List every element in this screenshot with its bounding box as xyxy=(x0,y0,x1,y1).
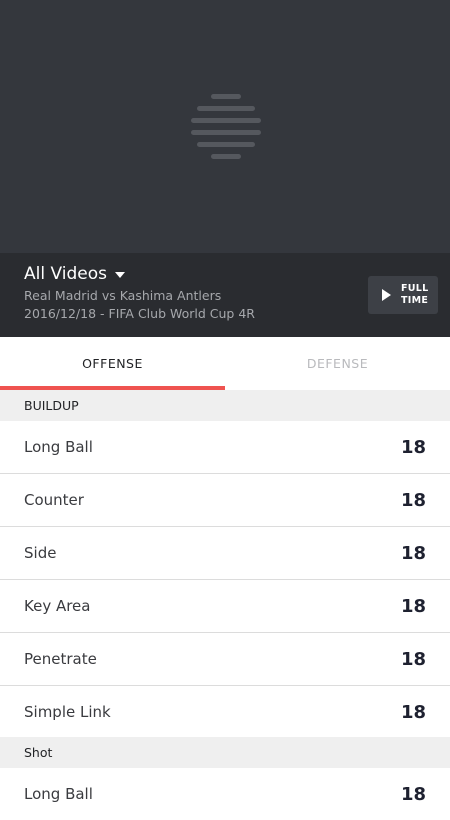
stat-row-counter[interactable]: Counter 18 xyxy=(0,474,450,527)
stat-value: 18 xyxy=(400,542,426,564)
full-time-label: FULL TIME xyxy=(401,283,429,306)
stat-row-simple-link[interactable]: Simple Link 18 xyxy=(0,686,450,739)
tab-defense[interactable]: DEFENSE xyxy=(225,337,450,390)
stat-value: 18 xyxy=(400,648,426,670)
stat-label: Simple Link xyxy=(24,703,111,721)
stat-value: 18 xyxy=(400,783,426,805)
stat-row-side[interactable]: Side 18 xyxy=(0,527,450,580)
match-details: 2016/12/18 - FIFA Club World Cup 4R xyxy=(24,306,255,321)
caret-down-icon xyxy=(114,271,125,278)
stat-value: 18 xyxy=(400,701,426,723)
match-title: Real Madrid vs Kashima Antlers xyxy=(24,288,222,303)
stat-label: Counter xyxy=(24,491,84,509)
section-title: BUILDUP xyxy=(24,398,79,413)
tab-defense-label: DEFENSE xyxy=(306,356,369,371)
stat-value: 18 xyxy=(400,595,426,617)
loading-icon xyxy=(191,94,263,162)
stat-row-key-area[interactable]: Key Area 18 xyxy=(0,580,450,633)
all-videos-label: All Videos xyxy=(24,264,107,284)
stat-label: Long Ball xyxy=(24,785,93,803)
section-header-buildup: BUILDUP xyxy=(0,390,450,421)
stat-row-long-ball[interactable]: Long Ball 18 xyxy=(0,421,450,474)
section-title: Shot xyxy=(24,745,53,760)
tab-bar: OFFENSE DEFENSE xyxy=(0,337,450,390)
stat-label: Side xyxy=(24,544,57,562)
section-header-shot: Shot xyxy=(0,737,450,768)
video-player[interactable] xyxy=(0,0,450,253)
stat-row-penetrate[interactable]: Penetrate 18 xyxy=(0,633,450,686)
play-icon xyxy=(382,289,391,301)
all-videos-dropdown[interactable]: All Videos xyxy=(24,264,125,284)
tab-offense-label: OFFENSE xyxy=(82,356,143,371)
stat-row-shot-long-ball[interactable]: Long Ball 18 xyxy=(0,768,450,805)
full-time-button[interactable]: FULL TIME xyxy=(368,276,438,314)
stat-label: Penetrate xyxy=(24,650,97,668)
tab-offense[interactable]: OFFENSE xyxy=(0,337,225,390)
stat-value: 18 xyxy=(400,489,426,511)
stat-label: Long Ball xyxy=(24,438,93,456)
stat-value: 18 xyxy=(400,436,426,458)
stat-label: Key Area xyxy=(24,597,91,615)
